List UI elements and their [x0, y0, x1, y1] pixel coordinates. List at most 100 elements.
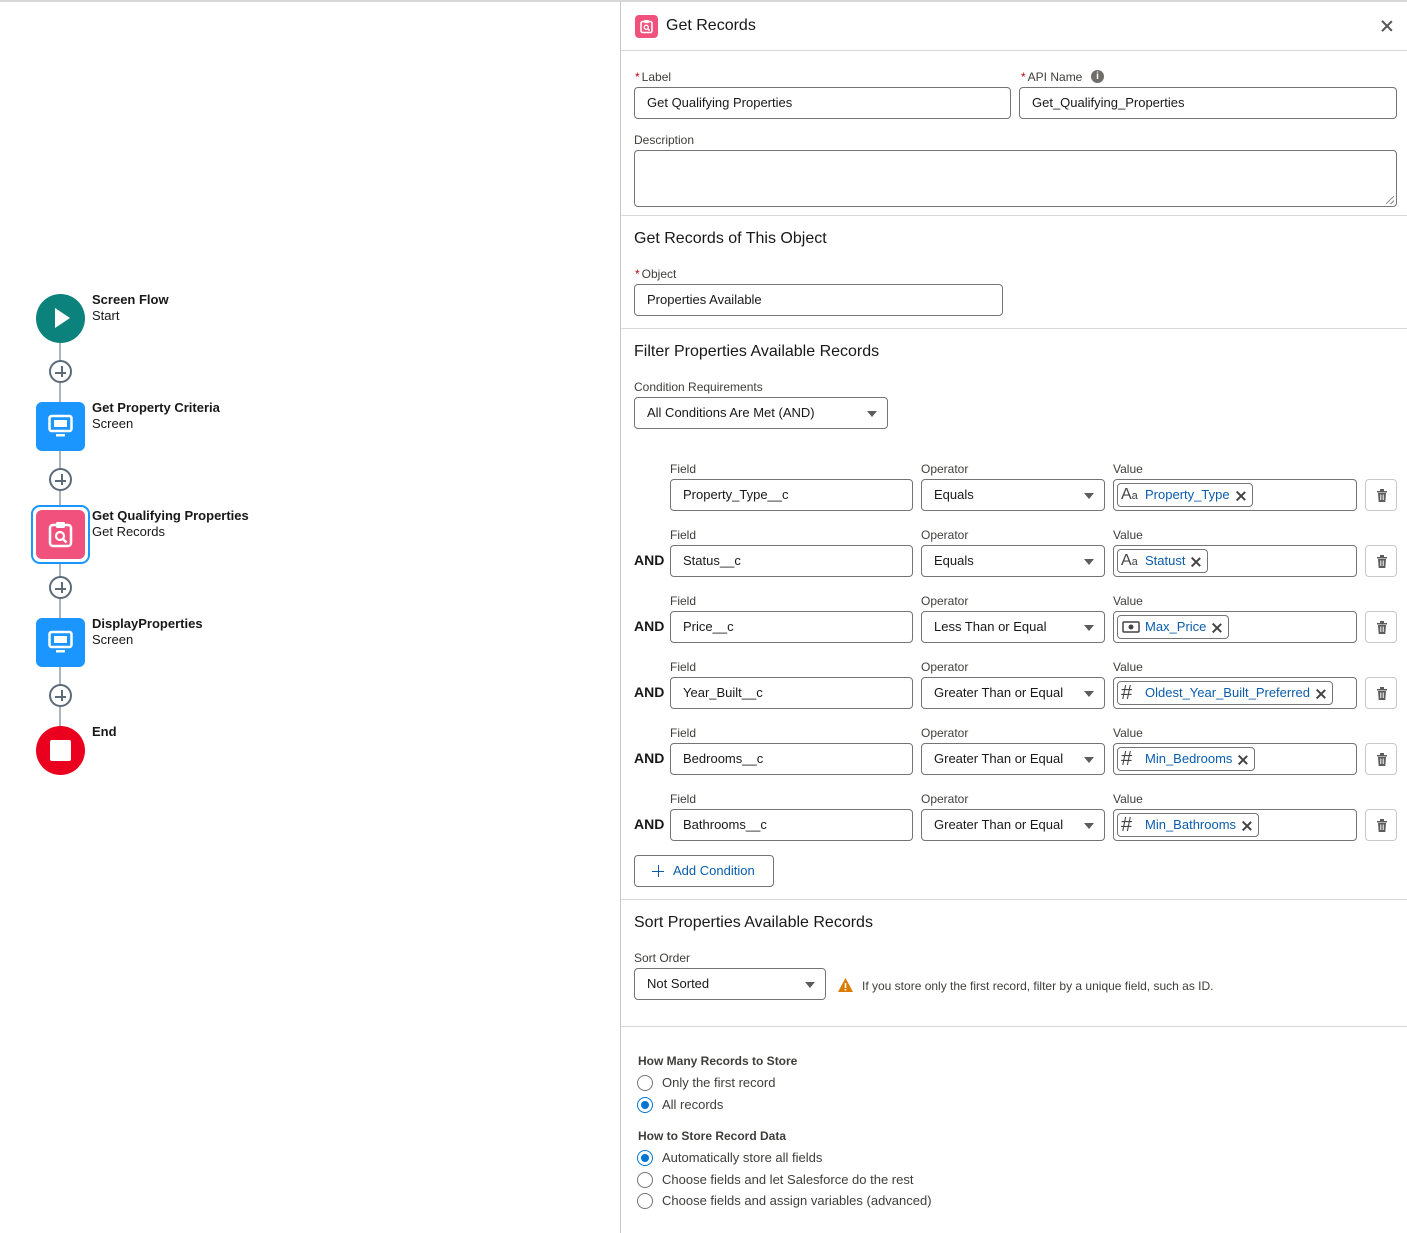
value-input[interactable]: # Oldest_Year_Built_Preferred	[1113, 677, 1357, 709]
start-node-label[interactable]: Screen Flow Start	[92, 292, 169, 324]
value-label: Value	[1113, 660, 1143, 674]
value-input[interactable]: Aa Property_Type	[1113, 479, 1357, 511]
field-label: Field	[670, 792, 697, 806]
display-properties-label[interactable]: DisplayProperties Screen	[92, 616, 203, 648]
close-icon[interactable]	[1379, 18, 1395, 34]
radio-label: Only the first record	[662, 1075, 776, 1090]
api-name-input[interactable]: Get_Qualifying_Properties	[1019, 87, 1397, 119]
remove-icon[interactable]	[1237, 754, 1248, 765]
value-input[interactable]: Aa Statust	[1113, 545, 1357, 577]
radio-label: Automatically store all fields	[662, 1150, 823, 1165]
operator-select[interactable]: Less Than or Equal	[921, 611, 1105, 643]
trash-icon	[1377, 819, 1387, 832]
and-label: AND	[634, 684, 665, 700]
value-input[interactable]: Max_Price	[1113, 611, 1357, 643]
operator-select[interactable]: Greater Than or Equal	[921, 677, 1105, 709]
field-input[interactable]: Year_Built__c	[670, 677, 913, 709]
field-label: Field	[670, 594, 697, 608]
start-node-icon[interactable]	[36, 294, 85, 343]
remove-icon[interactable]	[1315, 688, 1326, 699]
resource-pill[interactable]: # Oldest_Year_Built_Preferred	[1117, 681, 1334, 705]
add-element-button[interactable]	[49, 684, 72, 707]
operator-select[interactable]: Greater Than or Equal	[921, 743, 1105, 775]
condition-requirements-select[interactable]: All Conditions Are Met (AND)	[634, 397, 888, 429]
remove-icon[interactable]	[1211, 622, 1222, 633]
field-input[interactable]: Price__c	[670, 611, 913, 643]
resource-pill[interactable]: # Min_Bathrooms	[1117, 813, 1260, 837]
operator-label: Operator	[921, 528, 969, 542]
add-element-button[interactable]	[49, 360, 72, 383]
remove-icon[interactable]	[1190, 556, 1201, 567]
value-input[interactable]: # Min_Bathrooms	[1113, 809, 1357, 841]
and-label: AND	[634, 618, 665, 634]
get-property-criteria-label[interactable]: Get Property Criteria Screen	[92, 400, 220, 432]
warning-text: If you store only the first record, filt…	[862, 979, 1214, 993]
field-input[interactable]: Bedrooms__c	[670, 743, 913, 775]
and-label: AND	[634, 750, 665, 766]
sort-order-select[interactable]: Not Sorted	[634, 968, 826, 1000]
add-element-button[interactable]	[49, 468, 72, 491]
radio-button[interactable]	[637, 1172, 653, 1188]
pill-label: Oldest_Year_Built_Preferred	[1145, 685, 1311, 700]
and-label: AND	[634, 552, 665, 568]
currency-icon	[1121, 617, 1141, 637]
add-element-button[interactable]	[49, 576, 72, 599]
radio-label: Choose fields and let Salesforce do the …	[662, 1172, 914, 1187]
node-title: DisplayProperties	[92, 616, 203, 631]
resize-handle[interactable]	[1386, 196, 1394, 204]
operator-select[interactable]: Greater Than or Equal	[921, 809, 1105, 841]
section-divider	[621, 1026, 1407, 1027]
object-label: * Object	[635, 267, 677, 281]
how-to-store-title: How to Store Record Data	[638, 1129, 787, 1143]
get-qualifying-properties-label[interactable]: Get Qualifying Properties Get Records	[92, 508, 249, 540]
delete-condition-button[interactable]	[1365, 611, 1397, 643]
info-icon[interactable]: i	[1091, 70, 1104, 83]
condition-requirements-label: Condition Requirements	[634, 380, 763, 394]
field-label: Field	[670, 660, 697, 674]
screen-icon	[48, 414, 73, 437]
delete-condition-button[interactable]	[1365, 545, 1397, 577]
resource-pill[interactable]: Aa Property_Type	[1117, 483, 1253, 507]
trash-icon	[1377, 621, 1387, 634]
resource-pill[interactable]: Aa Statust	[1117, 549, 1209, 573]
end-node-icon[interactable]	[36, 726, 85, 775]
node-title: Get Qualifying Properties	[92, 508, 249, 523]
remove-icon[interactable]	[1235, 490, 1246, 501]
field-input[interactable]: Property_Type__c	[670, 479, 913, 511]
resource-pill[interactable]: Max_Price	[1117, 615, 1230, 639]
get-records-node-selected[interactable]	[31, 505, 90, 564]
delete-condition-button[interactable]	[1365, 809, 1397, 841]
radio-button-checked[interactable]	[637, 1097, 653, 1113]
add-condition-button[interactable]: Add Condition	[634, 855, 774, 887]
how-many-records-title: How Many Records to Store	[638, 1054, 798, 1068]
remove-icon[interactable]	[1241, 820, 1252, 831]
screen-node-icon[interactable]	[36, 618, 85, 667]
radio-label: Choose fields and assign variables (adva…	[662, 1193, 932, 1208]
delete-condition-button[interactable]	[1365, 479, 1397, 511]
radio-button-checked[interactable]	[637, 1150, 653, 1166]
value-input[interactable]: # Min_Bedrooms	[1113, 743, 1357, 775]
radio-button[interactable]	[637, 1193, 653, 1209]
operator-select[interactable]: Equals	[921, 479, 1105, 511]
get-records-node-icon	[36, 510, 85, 559]
node-title: End	[92, 724, 117, 739]
field-input[interactable]: Bathrooms__c	[670, 809, 913, 841]
value-label: Value	[1113, 726, 1143, 740]
radio-button[interactable]	[637, 1075, 653, 1091]
pill-label: Min_Bathrooms	[1145, 817, 1237, 832]
operator-select[interactable]: Equals	[921, 545, 1105, 577]
sort-section-title: Sort Properties Available Records	[634, 914, 873, 931]
delete-condition-button[interactable]	[1365, 677, 1397, 709]
end-node-label: End	[92, 724, 117, 740]
panel-title: Get Records	[666, 17, 756, 34]
delete-condition-button[interactable]	[1365, 743, 1397, 775]
description-textarea[interactable]	[634, 150, 1397, 207]
label-input[interactable]: Get Qualifying Properties	[634, 87, 1011, 119]
resource-pill[interactable]: # Min_Bedrooms	[1117, 747, 1256, 771]
object-input[interactable]: Properties Available	[634, 284, 1003, 316]
pill-label: Min_Bedrooms	[1145, 751, 1233, 766]
field-input[interactable]: Status__c	[670, 545, 913, 577]
node-subtitle: Get Records	[92, 524, 165, 539]
screen-node-icon[interactable]	[36, 402, 85, 451]
text-icon: Aa	[1121, 486, 1138, 503]
